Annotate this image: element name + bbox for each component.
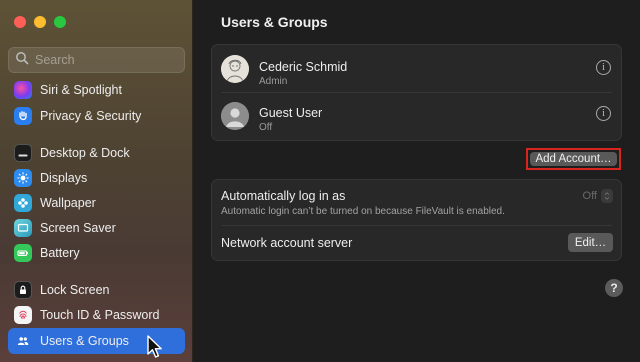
auto-login-label: Automatically log in as: [221, 189, 346, 203]
dock-icon: [14, 144, 32, 162]
user-name: Guest User: [259, 106, 323, 120]
screen-saver-icon: [14, 219, 32, 237]
divider: [221, 225, 612, 226]
sidebar-item-label: Screen Saver: [40, 221, 116, 235]
add-account-highlight: Add Account…: [526, 148, 621, 170]
flower-icon: [14, 194, 32, 212]
user-name: Cederic Schmid: [259, 60, 348, 74]
guest-avatar-icon: [221, 102, 249, 130]
sidebar-item-desktop-dock[interactable]: Desktop & Dock: [8, 140, 185, 166]
avatar: [221, 55, 249, 83]
login-options-panel: Automatically log in as Automatic login …: [211, 179, 622, 261]
auto-login-popup[interactable]: Off: [583, 189, 613, 203]
network-server-label: Network account server: [221, 236, 353, 250]
sidebar-item-siri-spotlight[interactable]: Siri & Spotlight: [8, 77, 185, 103]
users-icon: [14, 332, 32, 350]
battery-icon: [14, 244, 32, 262]
search-field[interactable]: [8, 47, 185, 73]
auto-login-note: Automatic login can’t be turned on becau…: [221, 206, 505, 217]
sidebar-item-label: Lock Screen: [40, 283, 110, 297]
sidebar: Siri & Spotlight Privacy & Security Desk…: [0, 0, 193, 362]
sidebar-item-screen-saver[interactable]: Screen Saver: [8, 215, 185, 241]
sidebar-item-label: Battery: [40, 246, 80, 260]
user-role: Off: [259, 122, 273, 133]
sidebar-item-label: Privacy & Security: [40, 109, 142, 123]
edit-button[interactable]: Edit…: [568, 233, 613, 252]
sidebar-item-label: Wallpaper: [40, 196, 96, 210]
help-button[interactable]: ?: [605, 279, 623, 297]
page-title: Users & Groups: [221, 14, 328, 30]
add-account-button[interactable]: Add Account…: [530, 152, 617, 166]
user-row-guest[interactable]: Guest User Off i: [212, 93, 621, 139]
sidebar-item-wallpaper[interactable]: Wallpaper: [8, 190, 185, 216]
users-list-panel: Cederic Schmid Admin i Guest User Off i: [211, 44, 622, 141]
sidebar-item-label: Displays: [40, 171, 88, 185]
minimize-window-button[interactable]: [34, 16, 46, 28]
search-input[interactable]: [35, 53, 185, 67]
sidebar-item-battery[interactable]: Battery: [8, 240, 185, 266]
hand-icon: [14, 107, 32, 125]
close-window-button[interactable]: [14, 16, 26, 28]
window-controls: [14, 16, 66, 28]
sidebar-item-privacy-security[interactable]: Privacy & Security: [8, 103, 185, 129]
zoom-window-button[interactable]: [54, 16, 66, 28]
sidebar-item-label: Touch ID & Password: [40, 308, 160, 322]
info-icon[interactable]: i: [596, 60, 611, 75]
sidebar-item-label: Users & Groups: [40, 334, 129, 348]
sidebar-item-label: Desktop & Dock: [40, 146, 130, 160]
siri-icon: [14, 81, 32, 99]
lock-icon: [14, 281, 32, 299]
fingerprint-icon: [14, 306, 32, 324]
sun-icon: [14, 169, 32, 187]
user-row-cederic[interactable]: Cederic Schmid Admin i: [212, 46, 621, 92]
info-icon[interactable]: i: [596, 106, 611, 121]
auto-login-value: Off: [582, 190, 597, 202]
sidebar-item-displays[interactable]: Displays: [8, 165, 185, 191]
main-content: Users & Groups Cederic Schmid Admin i Gu…: [194, 0, 640, 362]
sidebar-item-touch-id[interactable]: Touch ID & Password: [8, 302, 185, 328]
search-icon: [15, 51, 29, 70]
mouse-cursor-icon: [147, 335, 162, 358]
sidebar-item-lock-screen[interactable]: Lock Screen: [8, 277, 185, 303]
user-role: Admin: [259, 76, 288, 87]
chevron-up-down-icon: [601, 189, 613, 203]
sidebar-item-label: Siri & Spotlight: [40, 83, 122, 97]
